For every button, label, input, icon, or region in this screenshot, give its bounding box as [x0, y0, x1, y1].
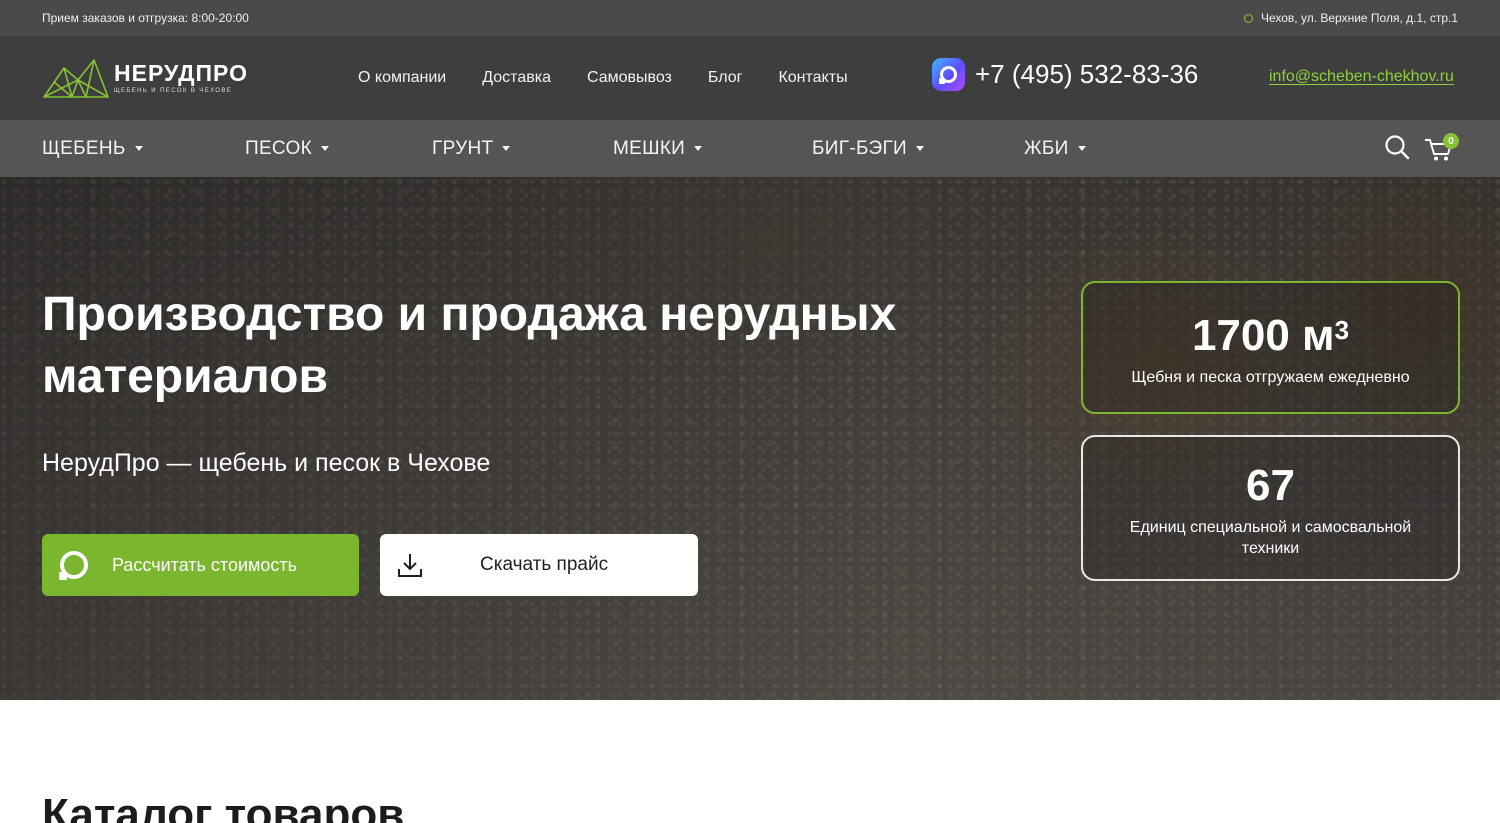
download-price-label: Скачать прайс — [480, 554, 609, 575]
download-price-button[interactable]: Скачать прайс — [380, 534, 698, 596]
category-label: ПЕСОК — [245, 137, 312, 159]
logo-name: НЕРУДПРО — [114, 60, 248, 86]
chat-icon — [59, 551, 88, 580]
nav-pickup[interactable]: Самовывоз — [587, 69, 672, 87]
nav-delivery[interactable]: Доставка — [482, 69, 551, 87]
stat-label: Единиц специальной и самосвальной техник… — [1129, 519, 1412, 557]
search-icon[interactable] — [1384, 134, 1410, 160]
category-bar: ЩЕБЕНЬ ПЕСОК ГРУНТ МЕШКИ БИГ-БЭГИ ЖБИ — [0, 120, 1500, 177]
messenger-icon[interactable] — [932, 58, 965, 91]
category-bags[interactable]: МЕШКИ — [613, 120, 703, 177]
category-label: БИГ-БЭГИ — [812, 137, 907, 159]
site-header: НЕРУДПРО щебень и песок в чехове О компа… — [0, 36, 1500, 120]
top-info-bar: Прием заказов и отгрузка: 8:00-20:00 Чех… — [0, 0, 1500, 36]
download-icon — [398, 554, 422, 577]
nav-about[interactable]: О компании — [358, 69, 446, 87]
logo-mountain-icon — [43, 59, 109, 98]
stat-value: 1700 м3 — [1191, 311, 1350, 360]
phone-block[interactable]: +7 (495) 532-83-36 — [932, 58, 1198, 91]
caret-down-icon — [502, 146, 511, 151]
calculate-price-button[interactable]: Рассчитать стоимость — [42, 534, 359, 596]
nav-blog[interactable]: Блог — [708, 69, 743, 87]
category-soil[interactable]: ГРУНТ — [432, 120, 511, 177]
logo-tagline: щебень и песок в чехове — [114, 88, 233, 94]
stat-label: Щебня и песка отгружаем ежедневно — [1131, 369, 1410, 386]
caret-down-icon — [916, 146, 924, 151]
hero-banner: Производство и продажа нерудных материал… — [0, 177, 1500, 700]
working-hours: Прием заказов и отгрузка: 8:00-20:00 — [42, 11, 249, 25]
category-label: МЕШКИ — [613, 137, 686, 159]
hero-title: Производство и продажа нерудных материал… — [42, 288, 897, 403]
calculate-price-label: Рассчитать стоимость — [112, 554, 298, 575]
address-text: Чехов, ул. Верхние Поля, д.1, стр.1 — [1260, 11, 1458, 25]
caret-down-icon — [1077, 146, 1086, 151]
stat-value: 67 — [1246, 461, 1295, 510]
category-label: ГРУНТ — [432, 137, 494, 159]
stat-unit-superscript: 3 — [1334, 315, 1350, 345]
address[interactable]: Чехов, ул. Верхние Поля, д.1, стр.1 — [1243, 11, 1458, 25]
category-big-bags[interactable]: БИГ-БЭГИ — [812, 120, 924, 177]
caret-down-icon — [694, 146, 703, 151]
hero-subtitle: НерудПро — щебень и песок в Чехове — [42, 449, 491, 477]
category-concrete[interactable]: ЖБИ — [1024, 120, 1086, 177]
cart-count-badge: 0 — [1443, 133, 1459, 149]
category-label: ЩЕБЕНЬ — [42, 137, 126, 159]
location-pin-icon — [1243, 13, 1253, 23]
caret-down-icon — [320, 146, 329, 151]
stat-card-volume: 1700 м3 Щебня и песка отгружаем ежедневн… — [1081, 281, 1460, 414]
category-gravel[interactable]: ЩЕБЕНЬ — [42, 120, 143, 177]
category-sand[interactable]: ПЕСОК — [245, 120, 329, 177]
phone-number[interactable]: +7 (495) 532-83-36 — [975, 59, 1198, 90]
logo[interactable]: НЕРУДПРО щебень и песок в чехове — [42, 54, 248, 100]
main-nav: О компании Доставка Самовывоз Блог Конта… — [358, 36, 848, 120]
stat-card-vehicles: 67 Единиц специальной и самосвальной тех… — [1081, 435, 1460, 581]
category-label: ЖБИ — [1024, 137, 1069, 159]
catalog-title: Каталог товаров — [42, 790, 405, 823]
email-link[interactable]: info@scheben-chekhov.ru — [1269, 68, 1454, 86]
nav-contacts[interactable]: Контакты — [778, 69, 847, 87]
caret-down-icon — [134, 146, 143, 151]
